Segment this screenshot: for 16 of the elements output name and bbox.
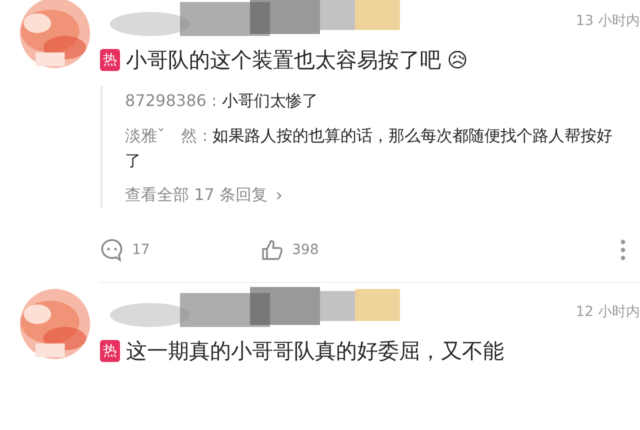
hot-badge: 热 [100,340,120,362]
comment-text: 小哥队的这个装置也太容易按了吧 [126,47,441,74]
hot-badge: 热 [100,49,120,71]
comment-text: 这一期真的小哥哥队真的好委屈，又不能 [126,338,504,365]
thumbs-up-icon[interactable] [260,238,284,262]
post-time: 13 小时内 [576,12,640,30]
view-all-replies-link[interactable]: 查看全部 17 条回复 [125,185,268,206]
reply-text: 淡雅ˇ 然 : 如果路人按的也算的话，那么每次都随便找个路人帮按好了 [125,125,614,172]
emoji: 😥 [447,48,468,72]
more-options-icon[interactable] [620,239,626,261]
like-count: 398 [292,242,319,258]
chevron-icon[interactable]: › [276,185,283,206]
reply-text: 87298386 : 小哥们太惨了 [125,90,319,112]
comment-icon[interactable] [100,238,124,262]
comment-count: 17 [132,242,150,258]
post-time: 12 小时内 [576,303,640,321]
